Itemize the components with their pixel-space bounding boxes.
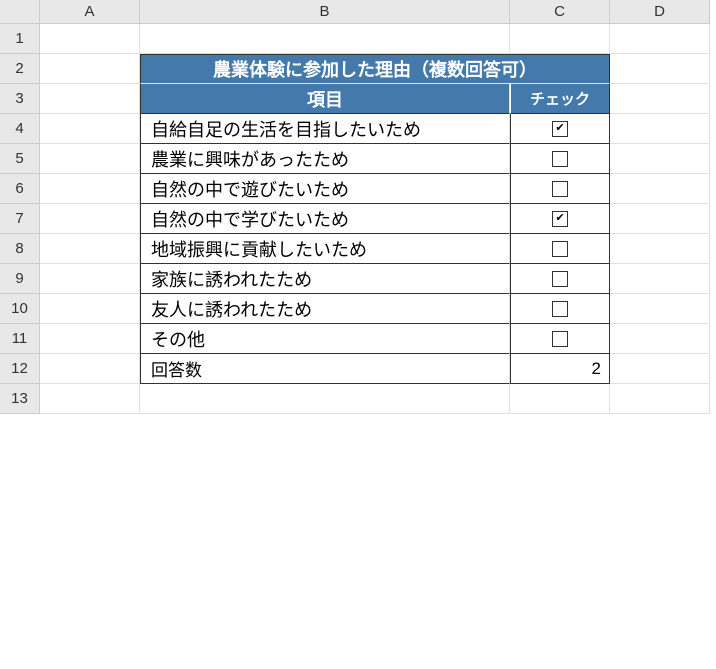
cell-a13[interactable] xyxy=(40,384,140,414)
cell-a1[interactable] xyxy=(40,24,140,54)
item-check-2[interactable] xyxy=(510,174,610,204)
summary-label[interactable]: 回答数 xyxy=(140,354,510,384)
row-header-2[interactable]: 2 xyxy=(0,54,40,84)
cell-d9[interactable] xyxy=(610,264,710,294)
spreadsheet: A B C D 1 2 農業体験に参加した理由（複数回答可） 3 項目 チェック… xyxy=(0,0,716,414)
cell-a7[interactable] xyxy=(40,204,140,234)
row-header-1[interactable]: 1 xyxy=(0,24,40,54)
row-header-11[interactable]: 11 xyxy=(0,324,40,354)
item-check-3[interactable] xyxy=(510,204,610,234)
checkbox-icon[interactable] xyxy=(552,121,568,137)
item-check-0[interactable] xyxy=(510,114,610,144)
checkbox-icon[interactable] xyxy=(552,241,568,257)
item-check-1[interactable] xyxy=(510,144,610,174)
cell-d11[interactable] xyxy=(610,324,710,354)
cell-a3[interactable] xyxy=(40,84,140,114)
item-label-0[interactable]: 自給自足の生活を目指したいため xyxy=(140,114,510,144)
cell-b1[interactable] xyxy=(140,24,510,54)
cell-d4[interactable] xyxy=(610,114,710,144)
row-header-8[interactable]: 8 xyxy=(0,234,40,264)
cell-d2[interactable] xyxy=(610,54,710,84)
row-header-7[interactable]: 7 xyxy=(0,204,40,234)
cell-d13[interactable] xyxy=(610,384,710,414)
item-label-2[interactable]: 自然の中で遊びたいため xyxy=(140,174,510,204)
checkbox-icon[interactable] xyxy=(552,301,568,317)
item-label-4[interactable]: 地域振興に貢献したいため xyxy=(140,234,510,264)
header-item[interactable]: 項目 xyxy=(140,84,510,114)
item-check-5[interactable] xyxy=(510,264,610,294)
checkbox-icon[interactable] xyxy=(552,151,568,167)
cell-d3[interactable] xyxy=(610,84,710,114)
cell-d12[interactable] xyxy=(610,354,710,384)
cell-a12[interactable] xyxy=(40,354,140,384)
col-header-a[interactable]: A xyxy=(40,0,140,24)
cell-a9[interactable] xyxy=(40,264,140,294)
cell-a8[interactable] xyxy=(40,234,140,264)
cell-a11[interactable] xyxy=(40,324,140,354)
col-header-c[interactable]: C xyxy=(510,0,610,24)
row-header-10[interactable]: 10 xyxy=(0,294,40,324)
cell-d1[interactable] xyxy=(610,24,710,54)
cell-d8[interactable] xyxy=(610,234,710,264)
corner-cell xyxy=(0,0,40,24)
cell-d7[interactable] xyxy=(610,204,710,234)
checkbox-icon[interactable] xyxy=(552,181,568,197)
item-label-6[interactable]: 友人に誘われたため xyxy=(140,294,510,324)
survey-title[interactable]: 農業体験に参加した理由（複数回答可） xyxy=(140,54,610,84)
row-header-12[interactable]: 12 xyxy=(0,354,40,384)
row-header-3[interactable]: 3 xyxy=(0,84,40,114)
checkbox-icon[interactable] xyxy=(552,331,568,347)
item-check-4[interactable] xyxy=(510,234,610,264)
item-label-7[interactable]: その他 xyxy=(140,324,510,354)
cell-b13[interactable] xyxy=(140,384,510,414)
cell-d5[interactable] xyxy=(610,144,710,174)
cell-c13[interactable] xyxy=(510,384,610,414)
item-label-3[interactable]: 自然の中で学びたいため xyxy=(140,204,510,234)
cell-a10[interactable] xyxy=(40,294,140,324)
header-check[interactable]: チェック xyxy=(510,84,610,114)
cell-c1[interactable] xyxy=(510,24,610,54)
checkbox-icon[interactable] xyxy=(552,271,568,287)
item-check-7[interactable] xyxy=(510,324,610,354)
row-header-4[interactable]: 4 xyxy=(0,114,40,144)
cell-d10[interactable] xyxy=(610,294,710,324)
summary-count[interactable]: 2 xyxy=(510,354,610,384)
cell-d6[interactable] xyxy=(610,174,710,204)
row-header-13[interactable]: 13 xyxy=(0,384,40,414)
cell-a6[interactable] xyxy=(40,174,140,204)
col-header-b[interactable]: B xyxy=(140,0,510,24)
checkbox-icon[interactable] xyxy=(552,211,568,227)
item-label-5[interactable]: 家族に誘われたため xyxy=(140,264,510,294)
item-label-1[interactable]: 農業に興味があったため xyxy=(140,144,510,174)
cell-a4[interactable] xyxy=(40,114,140,144)
cell-a2[interactable] xyxy=(40,54,140,84)
row-header-6[interactable]: 6 xyxy=(0,174,40,204)
cell-a5[interactable] xyxy=(40,144,140,174)
col-header-d[interactable]: D xyxy=(610,0,710,24)
row-header-5[interactable]: 5 xyxy=(0,144,40,174)
row-header-9[interactable]: 9 xyxy=(0,264,40,294)
item-check-6[interactable] xyxy=(510,294,610,324)
